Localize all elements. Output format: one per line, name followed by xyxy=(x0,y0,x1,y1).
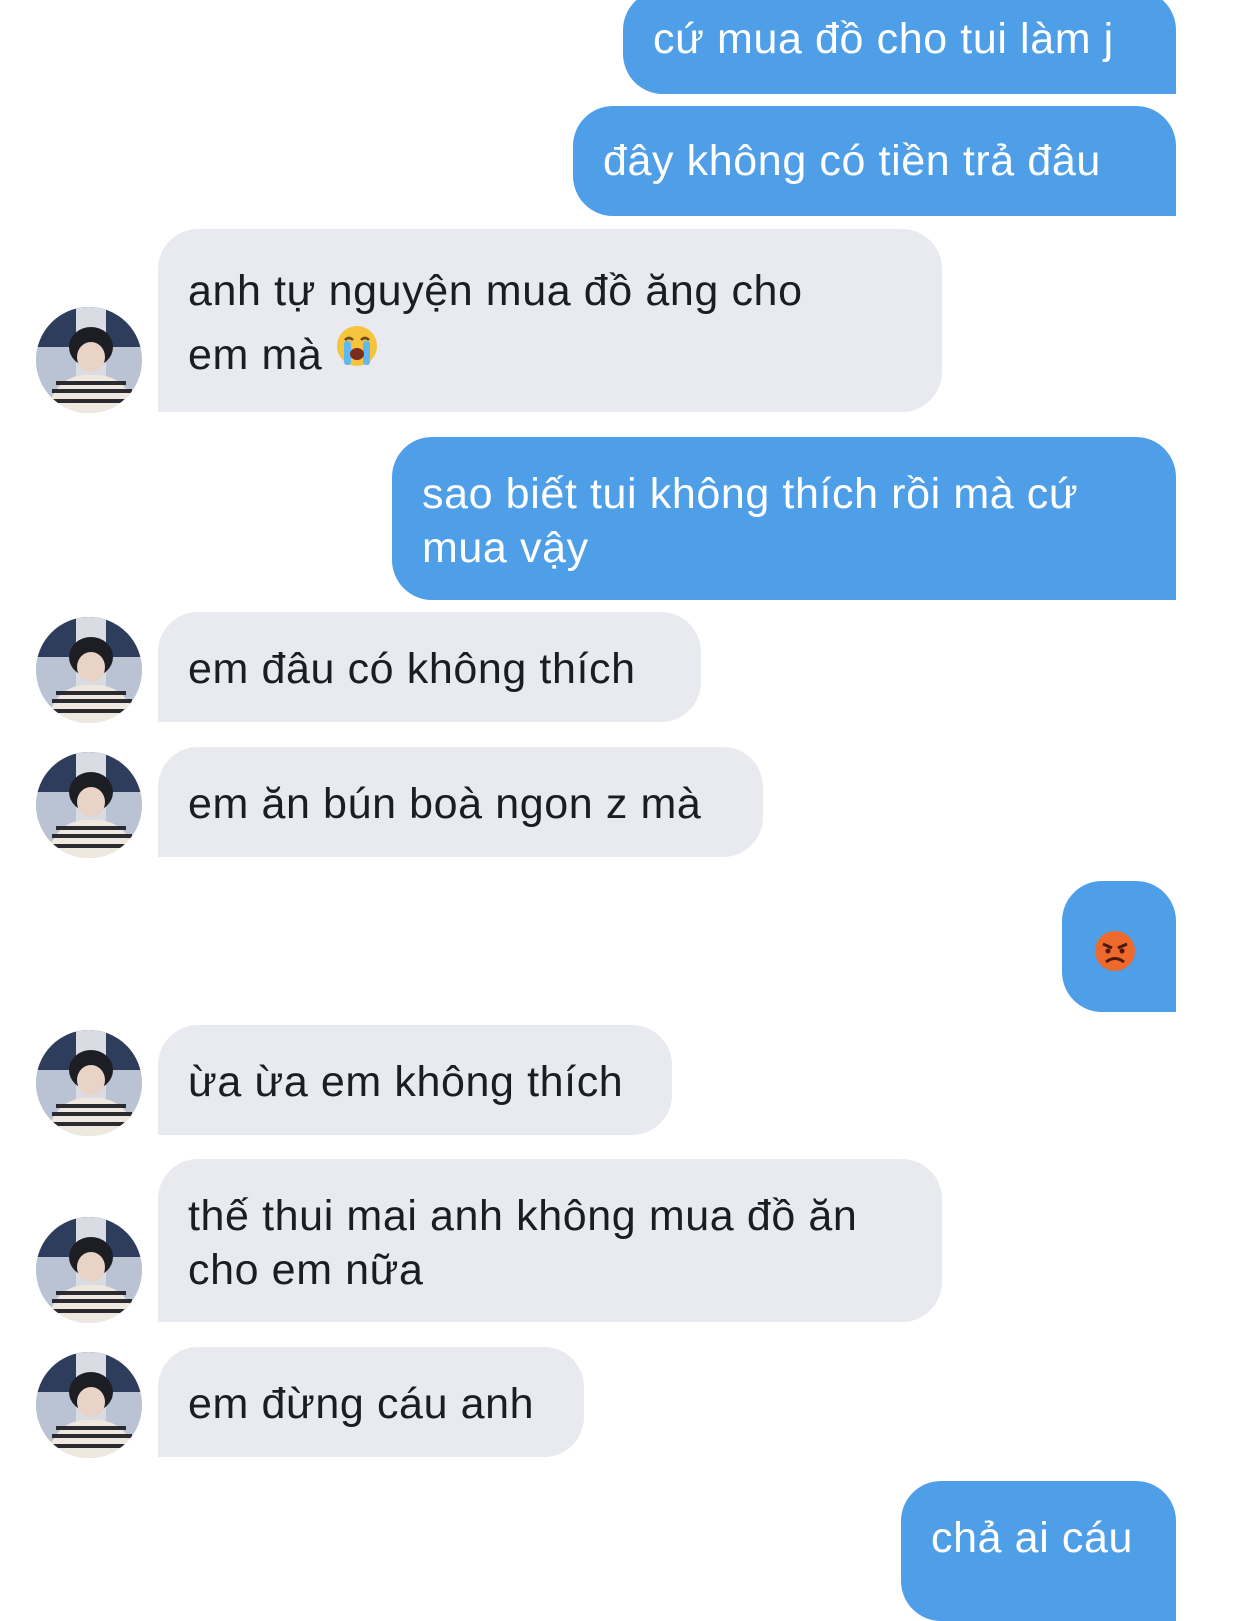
contact-avatar[interactable] xyxy=(36,1352,142,1458)
message-text: anh tự nguyện mua đồ ăng cho xyxy=(188,267,803,315)
message-text: thế thui mai anh không mua đồ ăn xyxy=(188,1192,858,1240)
message-text: em ăn bún boà ngon z mà xyxy=(188,780,702,828)
contact-avatar[interactable] xyxy=(36,307,142,413)
sent-message-bubble[interactable]: chả ai cáu xyxy=(901,1481,1176,1621)
angry-face-icon xyxy=(1093,929,1137,986)
contact-avatar[interactable] xyxy=(36,1217,142,1323)
message-text: em đâu có không thích xyxy=(188,645,636,693)
received-message-bubble[interactable]: em ăn bún boà ngon z mà xyxy=(158,747,763,857)
message-text: em mà xyxy=(188,331,323,379)
contact-avatar[interactable] xyxy=(36,1030,142,1136)
message-text: cho em nữa xyxy=(188,1246,424,1294)
contact-avatar[interactable] xyxy=(36,617,142,723)
message-text: em đừng cáu anh xyxy=(188,1380,535,1428)
sent-message-bubble[interactable]: cứ mua đồ cho tui làm j xyxy=(623,0,1176,94)
message-text: mua vậy xyxy=(422,524,589,572)
received-message-bubble[interactable]: anh tự nguyện mua đồ ăng cho em mà xyxy=(158,229,942,412)
received-message-bubble[interactable]: em đừng cáu anh xyxy=(158,1347,584,1457)
contact-avatar[interactable] xyxy=(36,752,142,858)
message-text: cứ mua đồ cho tui làm j xyxy=(653,15,1114,63)
message-text: ừa ừa em không thích xyxy=(188,1058,624,1106)
sent-message-bubble[interactable]: sao biết tui không thích rồi mà cứ mua v… xyxy=(392,437,1176,600)
loudly-crying-face-icon xyxy=(335,322,379,386)
received-message-bubble[interactable]: em đâu có không thích xyxy=(158,612,701,722)
sent-message-bubble[interactable] xyxy=(1062,881,1176,1012)
message-text: sao biết tui không thích rồi mà cứ xyxy=(422,470,1079,518)
message-text: đây không có tiền trả đâu xyxy=(603,137,1101,185)
message-text: chả ai cáu xyxy=(931,1514,1134,1562)
received-message-bubble[interactable]: ừa ừa em không thích xyxy=(158,1025,672,1135)
sent-message-bubble[interactable]: đây không có tiền trả đâu xyxy=(573,106,1176,216)
received-message-bubble[interactable]: thế thui mai anh không mua đồ ăn cho em … xyxy=(158,1159,942,1322)
